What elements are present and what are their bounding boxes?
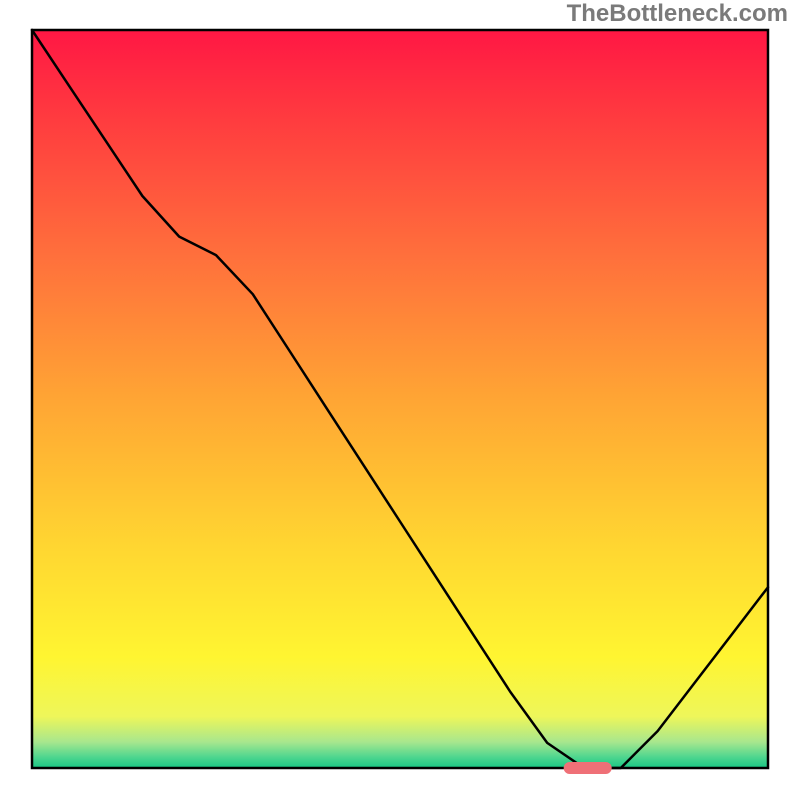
plot-background: [32, 30, 768, 768]
watermark-text: TheBottleneck.com: [567, 0, 788, 28]
chart-container: TheBottleneck.com: [0, 0, 800, 800]
optimal-marker: [564, 762, 612, 774]
bottleneck-chart: [0, 0, 800, 800]
